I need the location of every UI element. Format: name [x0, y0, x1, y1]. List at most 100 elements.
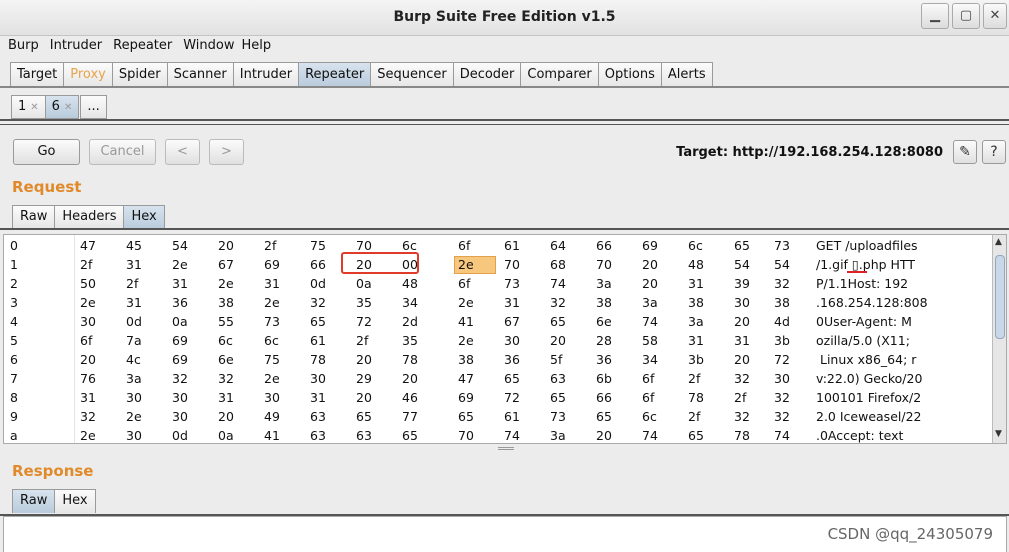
hex-byte[interactable]: 65 — [596, 409, 612, 424]
hex-byte[interactable]: 0d — [126, 314, 142, 329]
repeater-tab-1[interactable]: 1 ✕ — [11, 95, 46, 119]
hex-byte[interactable]: 72 — [774, 352, 790, 367]
hex-byte[interactable]: 77 — [402, 409, 418, 424]
hex-byte[interactable]: 20 — [402, 371, 418, 386]
hex-byte[interactable]: 29 — [356, 371, 372, 386]
tab-comparer[interactable]: Comparer — [520, 62, 599, 87]
hex-byte[interactable]: 30 — [310, 371, 326, 386]
hex-byte[interactable]: 74 — [642, 428, 658, 443]
hex-byte[interactable]: 73 — [264, 314, 280, 329]
hex-byte[interactable]: 47 — [458, 371, 474, 386]
hex-byte[interactable]: 73 — [774, 238, 790, 253]
hex-byte[interactable]: 3a — [550, 428, 566, 443]
hex-byte[interactable]: 66 — [310, 257, 326, 272]
hex-byte[interactable]: 31 — [688, 276, 704, 291]
hex-byte[interactable]: 32 — [774, 390, 790, 405]
hex-byte[interactable]: 32 — [774, 276, 790, 291]
hex-byte[interactable]: 6f — [642, 371, 654, 386]
hex-byte[interactable]: 78 — [310, 352, 326, 367]
hex-byte[interactable]: 30 — [172, 390, 188, 405]
scroll-down-icon[interactable]: ▼ — [995, 429, 1002, 439]
hex-byte[interactable]: 69 — [264, 257, 280, 272]
minimize-button[interactable]: ▁ — [921, 3, 949, 29]
hex-byte[interactable]: 5f — [550, 352, 562, 367]
hex-byte[interactable]: 2f — [126, 276, 138, 291]
hex-byte[interactable]: 6f — [642, 390, 654, 405]
hex-byte[interactable]: 48 — [688, 257, 704, 272]
hex-byte[interactable]: 2f — [734, 390, 746, 405]
hex-byte[interactable]: 65 — [402, 428, 418, 443]
hex-byte[interactable]: 54 — [734, 257, 750, 272]
hex-byte[interactable]: 2f — [688, 409, 700, 424]
hex-byte[interactable]: 76 — [80, 371, 96, 386]
hex-byte[interactable]: 30 — [80, 314, 96, 329]
hex-byte[interactable]: 6c — [402, 238, 417, 253]
hex-byte[interactable]: 78 — [688, 390, 704, 405]
hex-byte[interactable]: 2f — [356, 333, 368, 348]
hex-byte[interactable]: 66 — [596, 238, 612, 253]
hex-byte[interactable]: 70 — [596, 257, 612, 272]
go-button[interactable]: Go — [13, 139, 80, 165]
hex-byte[interactable]: 75 — [264, 352, 280, 367]
cancel-button[interactable]: Cancel — [89, 139, 156, 165]
menu-help[interactable]: Help — [238, 36, 275, 56]
hex-byte[interactable]: 58 — [642, 333, 658, 348]
hex-byte[interactable]: 2f — [264, 238, 276, 253]
hex-byte[interactable]: 20 — [642, 257, 658, 272]
hex-byte[interactable]: 74 — [774, 428, 790, 443]
hex-byte[interactable]: 69 — [458, 390, 474, 405]
hex-byte[interactable]: 31 — [126, 257, 142, 272]
hex-byte[interactable]: 4c — [126, 352, 141, 367]
hex-byte[interactable]: 2e — [458, 333, 474, 348]
hex-byte[interactable]: 3b — [774, 333, 790, 348]
hex-byte[interactable]: 3a — [596, 276, 612, 291]
repeater-tab-6[interactable]: 6 ✕ — [44, 95, 80, 119]
hex-byte[interactable]: 2f — [80, 257, 92, 272]
hex-byte[interactable]: 78 — [402, 352, 418, 367]
hex-byte[interactable]: 38 — [218, 295, 234, 310]
drag-handle-icon[interactable] — [498, 447, 514, 450]
hex-byte[interactable]: 30 — [734, 295, 750, 310]
hex-byte[interactable]: 2d — [402, 314, 418, 329]
hex-byte[interactable]: 65 — [356, 409, 372, 424]
hex-byte[interactable]: 65 — [504, 371, 520, 386]
hex-byte[interactable]: 6c — [642, 409, 657, 424]
hex-byte[interactable]: 54 — [172, 238, 188, 253]
hex-byte[interactable]: 66 — [596, 390, 612, 405]
hex-byte[interactable]: 78 — [734, 428, 750, 443]
hex-byte[interactable]: 35 — [356, 295, 372, 310]
hex-byte[interactable]: 2e — [172, 257, 188, 272]
tab-headers[interactable]: Headers — [54, 205, 125, 229]
hex-byte[interactable]: 20 — [734, 352, 750, 367]
hex-byte[interactable]: 70 — [504, 257, 520, 272]
hex-byte[interactable]: 46 — [402, 390, 418, 405]
hex-byte[interactable]: 2e — [126, 409, 142, 424]
hex-byte[interactable]: 20 — [218, 409, 234, 424]
close-icon[interactable]: ✕ — [64, 102, 72, 113]
hex-byte[interactable]: 65 — [458, 409, 474, 424]
hex-byte[interactable]: 47 — [80, 238, 96, 253]
tab-intruder[interactable]: Intruder — [232, 62, 300, 87]
hex-byte[interactable]: 54 — [774, 257, 790, 272]
hex-byte[interactable]: 2e — [264, 295, 280, 310]
hex-byte[interactable]: 2e — [80, 295, 96, 310]
hex-byte[interactable]: 55 — [218, 314, 234, 329]
hex-byte[interactable]: 32 — [80, 409, 96, 424]
hex-byte[interactable]: 63 — [356, 428, 372, 443]
hex-byte[interactable]: 39 — [734, 276, 750, 291]
hex-byte[interactable]: 70 — [356, 238, 372, 253]
help-button[interactable]: ? — [982, 140, 1006, 164]
hex-byte[interactable]: 0a — [218, 428, 234, 443]
hex-byte[interactable]: 67 — [504, 314, 520, 329]
hex-byte[interactable]: 65 — [734, 238, 750, 253]
hex-byte[interactable]: 3a — [126, 371, 142, 386]
maximize-button[interactable]: ▢ — [952, 3, 980, 29]
hex-byte[interactable]: 41 — [264, 428, 280, 443]
hex-byte[interactable]: 2e — [218, 276, 234, 291]
hex-byte[interactable]: 0a — [356, 276, 372, 291]
hex-byte[interactable]: 2e — [80, 428, 96, 443]
hex-byte[interactable]: 61 — [504, 409, 520, 424]
hex-byte[interactable]: 63 — [550, 371, 566, 386]
hex-byte[interactable]: 2e — [458, 257, 474, 272]
hex-byte[interactable]: 6f — [458, 238, 470, 253]
